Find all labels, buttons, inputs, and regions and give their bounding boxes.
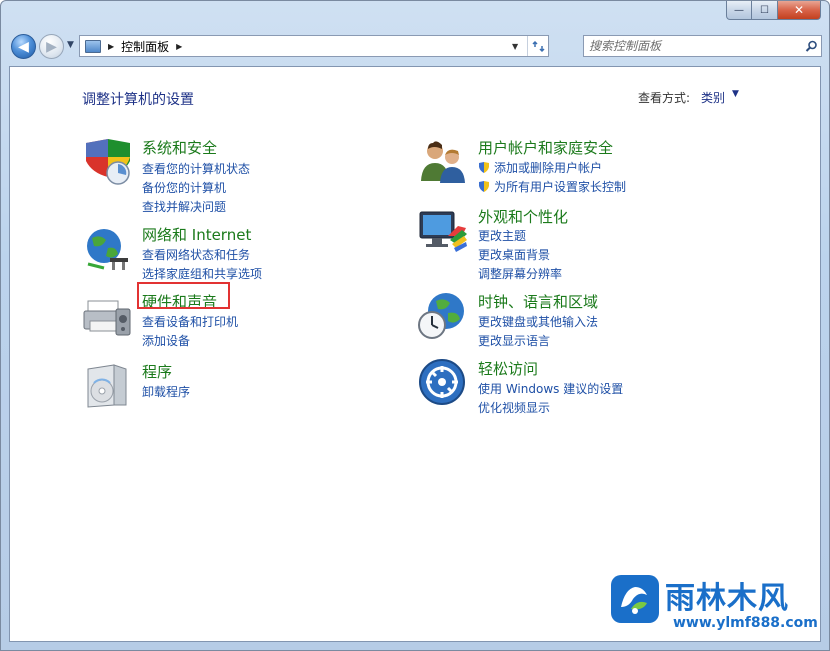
programs-box-icon [87,364,127,408]
uac-shield-icon [479,181,489,192]
uac-shield-icon [479,162,489,173]
category-title[interactable]: 程序 [142,361,172,382]
caption-buttons: — ☐ ✕ [726,1,821,20]
address-bar[interactable]: ▶ 控制面板 ▶ ▼ [79,35,549,57]
recent-pages-dropdown[interactable]: ▼ [67,40,74,50]
breadcrumb-separator-icon[interactable]: ▶ [176,42,182,51]
category-link[interactable]: 添加或删除用户帐户 [494,159,602,176]
category-link[interactable]: 查看网络状态和任务 [142,246,250,263]
category-link[interactable]: 更改显示语言 [478,332,550,349]
category-system-security: 系统和安全 查看您的计算机状态 备份您的计算机 查找并解决问题 [82,137,342,215]
category-clock-language-region: 时钟、语言和区域 更改键盘或其他输入法 更改显示语言 [418,291,718,349]
watermark-logo-icon [611,575,659,623]
close-button[interactable]: ✕ [778,1,821,20]
appearance-monitor-icon [419,211,467,252]
ease-of-access-icon [419,359,465,405]
category-link[interactable]: 更改键盘或其他输入法 [478,313,598,330]
refresh-icon [531,40,545,52]
search-icon[interactable] [801,40,821,53]
category-link[interactable]: 查找并解决问题 [142,198,226,215]
category-link[interactable]: 选择家庭组和共享选项 [142,265,262,282]
back-button[interactable]: ◀ [11,34,36,59]
category-title[interactable]: 系统和安全 [142,137,217,158]
arrow-right-icon: ▶ [46,38,57,55]
watermark-url: www.ylmf888.com [673,615,818,631]
category-link[interactable]: 卸载程序 [142,383,190,400]
control-panel-content: 调整计算机的设置 查看方式: 类别 ▼ 系统和安全 查看您的计算机状态 备份您的… [9,66,821,642]
clock-globe-icon [418,293,464,339]
category-title[interactable]: 外观和个性化 [478,206,568,227]
category-programs: 程序 卸载程序 [82,361,342,411]
system-security-icon [86,139,130,185]
control-panel-window: — ☐ ✕ ◀ ▶ ▼ ▶ 控制面板 ▶ ▼ 搜索控制面板 调整计算机的设置 查… [0,0,830,651]
maximize-button[interactable]: ☐ [752,1,778,20]
category-appearance: 外观和个性化 更改主题 更改桌面背景 调整屏幕分辨率 [418,206,718,281]
arrow-left-icon: ◀ [18,38,29,55]
category-link[interactable]: 为所有用户设置家长控制 [494,178,626,195]
category-network-internet: 网络和 Internet 查看网络状态和任务 选择家庭组和共享选项 [82,224,342,282]
address-dropdown-icon[interactable]: ▼ [512,42,518,51]
category-title[interactable]: 网络和 Internet [142,224,251,245]
category-link[interactable]: 调整屏幕分辨率 [478,265,562,282]
category-link[interactable]: 使用 Windows 建议的设置 [478,380,623,397]
watermark-name: 雨林木风 [665,581,789,616]
breadcrumb-control-panel[interactable]: 控制面板 [121,38,169,55]
category-title[interactable]: 用户帐户和家庭安全 [478,137,613,158]
category-link[interactable]: 优化视频显示 [478,399,550,416]
highlight-annotation-box [137,282,230,309]
search-box [583,35,822,57]
printer-icon [83,300,131,336]
category-link[interactable]: 添加设备 [142,332,190,349]
watermark: 雨林木风 www.ylmf888.com [609,571,819,641]
users-icon [421,141,465,183]
control-panel-icon [85,39,101,53]
category-link[interactable]: 更改桌面背景 [478,246,550,263]
category-ease-of-access: 轻松访问 使用 Windows 建议的设置 优化视频显示 [418,358,718,416]
category-link[interactable]: 查看您的计算机状态 [142,160,250,177]
forward-button[interactable]: ▶ [39,34,64,59]
refresh-button[interactable] [527,36,548,56]
search-input[interactable] [584,38,801,54]
view-by-dropdown[interactable]: 类别 [701,89,725,106]
category-user-accounts: 用户帐户和家庭安全 添加或删除用户帐户 为所有用户设置家长控制 [418,137,718,195]
view-by-label: 查看方式: [638,91,691,105]
category-link[interactable]: 查看设备和打印机 [142,313,238,330]
minimize-button[interactable]: — [726,1,752,20]
category-title[interactable]: 时钟、语言和区域 [478,291,598,312]
network-globe-icon [87,229,128,270]
category-title[interactable]: 轻松访问 [478,358,538,379]
breadcrumb-separator-icon[interactable]: ▶ [108,42,114,51]
address-bar-controls: ▼ [508,36,548,56]
category-link[interactable]: 备份您的计算机 [142,179,226,196]
page-title: 调整计算机的设置 [82,92,194,108]
category-link[interactable]: 更改主题 [478,227,526,244]
chevron-down-icon[interactable]: ▼ [732,89,739,99]
navigation-bar: ◀ ▶ ▼ ▶ 控制面板 ▶ ▼ [9,31,822,61]
